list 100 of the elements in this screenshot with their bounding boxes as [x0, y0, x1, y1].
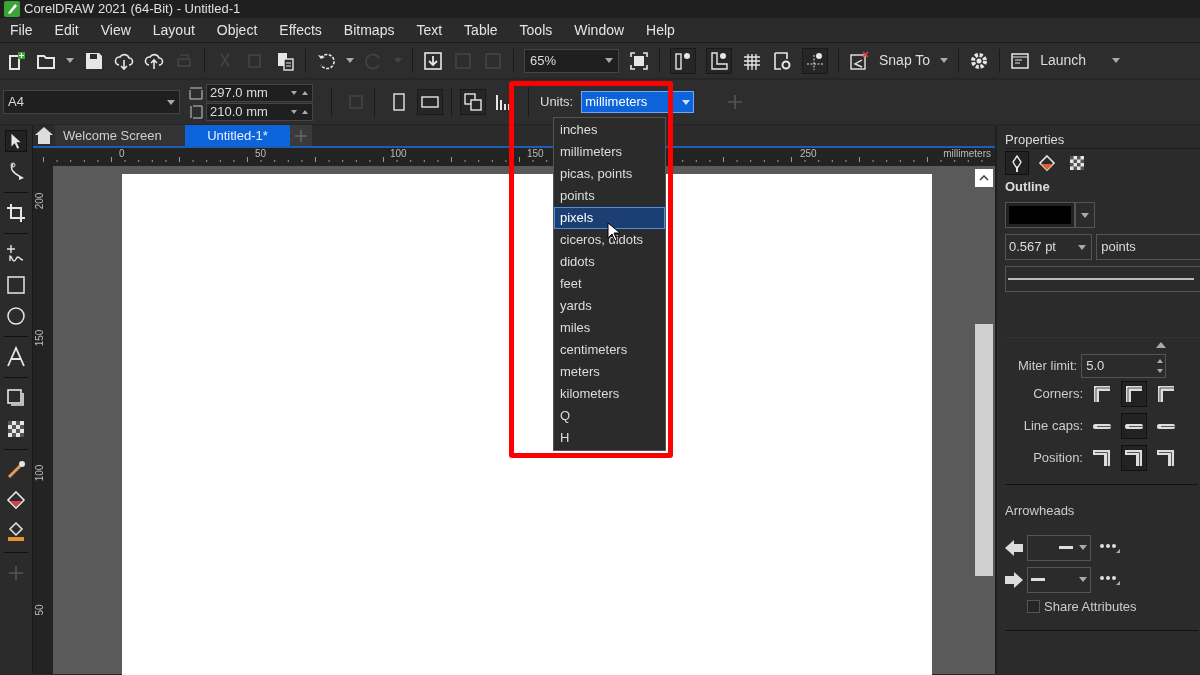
ellipse-tool-icon[interactable] [5, 305, 27, 327]
pick-tool-icon[interactable] [5, 130, 27, 152]
snap-off-icon[interactable] [849, 50, 869, 71]
caret-icon[interactable] [1078, 244, 1087, 250]
guidelines-button[interactable] [802, 47, 828, 74]
dropdown-option[interactable]: miles [554, 317, 665, 339]
units-dropdown[interactable]: millimeters [581, 91, 695, 113]
dropdown-option[interactable]: Q [554, 405, 665, 427]
settings-icon[interactable] [969, 50, 990, 71]
fill-tool-icon[interactable] [5, 490, 27, 512]
menu-item[interactable]: File [3, 19, 40, 41]
menu-item[interactable]: Bitmaps [336, 19, 402, 41]
full-screen-icon[interactable] [629, 50, 649, 71]
outline-units-dropdown[interactable]: points [1096, 234, 1200, 260]
dropdown-option[interactable]: ciceros, didots [554, 229, 665, 251]
new-document-icon[interactable] [6, 50, 26, 71]
menu-item[interactable]: Tools [512, 19, 560, 41]
dropdown-option[interactable]: millimeters [554, 141, 665, 163]
arrowhead-dropdown[interactable] [1027, 534, 1091, 561]
dimension-field[interactable]: 297.0 mm [206, 83, 313, 102]
dropdown-option[interactable]: meters [554, 361, 665, 383]
caret-icon[interactable] [605, 58, 613, 63]
paste-icon[interactable] [275, 50, 295, 71]
dropdown-option[interactable]: didots [554, 251, 665, 273]
caret-icon[interactable] [940, 58, 949, 63]
caret-icon[interactable] [167, 99, 175, 105]
scrollbar-thumb[interactable] [975, 324, 993, 576]
eyedropper-tool-icon[interactable] [5, 459, 27, 481]
scroll-up-button[interactable] [975, 169, 993, 187]
position-style-icon [1091, 447, 1113, 469]
more-options-icon[interactable] [1099, 542, 1121, 553]
import-icon[interactable] [423, 50, 443, 71]
checkbox-label: Share Attributes [1044, 597, 1137, 616]
panel-tab[interactable] [1005, 150, 1029, 175]
show-rulers-button[interactable] [670, 47, 696, 74]
color-dropdown-button[interactable] [1075, 202, 1095, 228]
zoom-dropdown[interactable]: 65% [524, 48, 619, 73]
checkbox[interactable] [1027, 599, 1040, 613]
menu-item[interactable]: Edit [47, 19, 86, 41]
dropdown-option[interactable]: H [554, 427, 665, 449]
plus-icon [295, 129, 307, 142]
dropdown-option[interactable]: inches [554, 119, 665, 141]
caret-icon[interactable] [1081, 212, 1089, 218]
menu-item[interactable]: Text [409, 19, 450, 41]
document-tab[interactable]: Untitled-1* [185, 125, 290, 146]
caret-icon[interactable] [1112, 58, 1121, 63]
text-tool-icon[interactable] [5, 346, 27, 368]
dropdown-option[interactable]: picas, points [554, 163, 665, 185]
rectangle-tool-icon[interactable] [5, 274, 27, 296]
left-arrow-icon [1005, 539, 1023, 556]
rulers-button[interactable] [706, 47, 732, 74]
caret-icon[interactable] [346, 58, 354, 63]
caret-icon[interactable] [66, 58, 74, 63]
menu-item[interactable]: Layout [145, 19, 202, 41]
crop-tool-icon[interactable] [5, 202, 27, 224]
transparency-tool-icon[interactable] [5, 418, 27, 440]
dropdown-option[interactable]: pixels [554, 207, 665, 229]
dropdown-option[interactable]: centimeters [554, 339, 665, 361]
position-option[interactable] [1121, 445, 1147, 471]
launch-window-icon[interactable] [1010, 50, 1031, 71]
dimension-field[interactable]: 210.0 mm [206, 102, 313, 121]
line-end-icon [1059, 546, 1073, 549]
dropdown-option[interactable]: points [554, 185, 665, 207]
dropdown-option[interactable]: kilometers [554, 383, 665, 405]
menu-item[interactable]: Window [567, 19, 632, 41]
home-icon[interactable] [34, 126, 54, 144]
caret-icon[interactable] [682, 99, 691, 105]
corners-style-icon [1091, 383, 1113, 405]
dropdown-option[interactable]: feet [554, 273, 665, 295]
corners-option[interactable] [1121, 381, 1147, 407]
save-icon[interactable] [84, 50, 104, 71]
caret-icon[interactable] [1079, 577, 1087, 582]
guidelines-settings-icon[interactable] [772, 50, 792, 71]
caret-icon[interactable] [1079, 545, 1087, 550]
miter-limit-field[interactable]: 5.0 [1081, 354, 1167, 378]
collapse-arrow-icon[interactable] [1156, 342, 1166, 348]
menu-item[interactable]: Effects [272, 19, 329, 41]
landscape-button[interactable] [417, 89, 443, 115]
line-style-dropdown[interactable] [1005, 266, 1200, 292]
arrowhead-dropdown[interactable] [1027, 566, 1091, 593]
snap-to-button[interactable]: Snap To [879, 50, 931, 71]
drop-shadow-tool-icon[interactable] [5, 387, 27, 409]
ruler-label: 50 [35, 603, 45, 618]
document-tab[interactable]: Welcome Screen [55, 125, 185, 146]
more-options-icon[interactable] [1099, 574, 1121, 585]
page-size-dropdown[interactable]: A4 [3, 90, 180, 114]
smart-fill-tool-icon[interactable] [5, 521, 27, 543]
caps-style-icon [1157, 423, 1175, 429]
menu-item[interactable]: Object [209, 19, 265, 41]
menu-item[interactable]: Table [457, 19, 505, 41]
option-label: Corners: [1032, 385, 1083, 404]
caps-option[interactable] [1121, 413, 1147, 439]
menu-item[interactable]: View [93, 19, 138, 41]
outline-width-dropdown[interactable]: 0.567 pt [1005, 234, 1093, 260]
miter-limit-label: Miter limit: [1018, 357, 1078, 376]
outline-color-picker[interactable] [1005, 202, 1075, 228]
pages-layout-button[interactable] [460, 89, 486, 115]
dropdown-option[interactable]: yards [554, 295, 665, 317]
menu-item[interactable]: Help [639, 19, 682, 41]
launch-button[interactable]: Launch [1040, 50, 1087, 71]
